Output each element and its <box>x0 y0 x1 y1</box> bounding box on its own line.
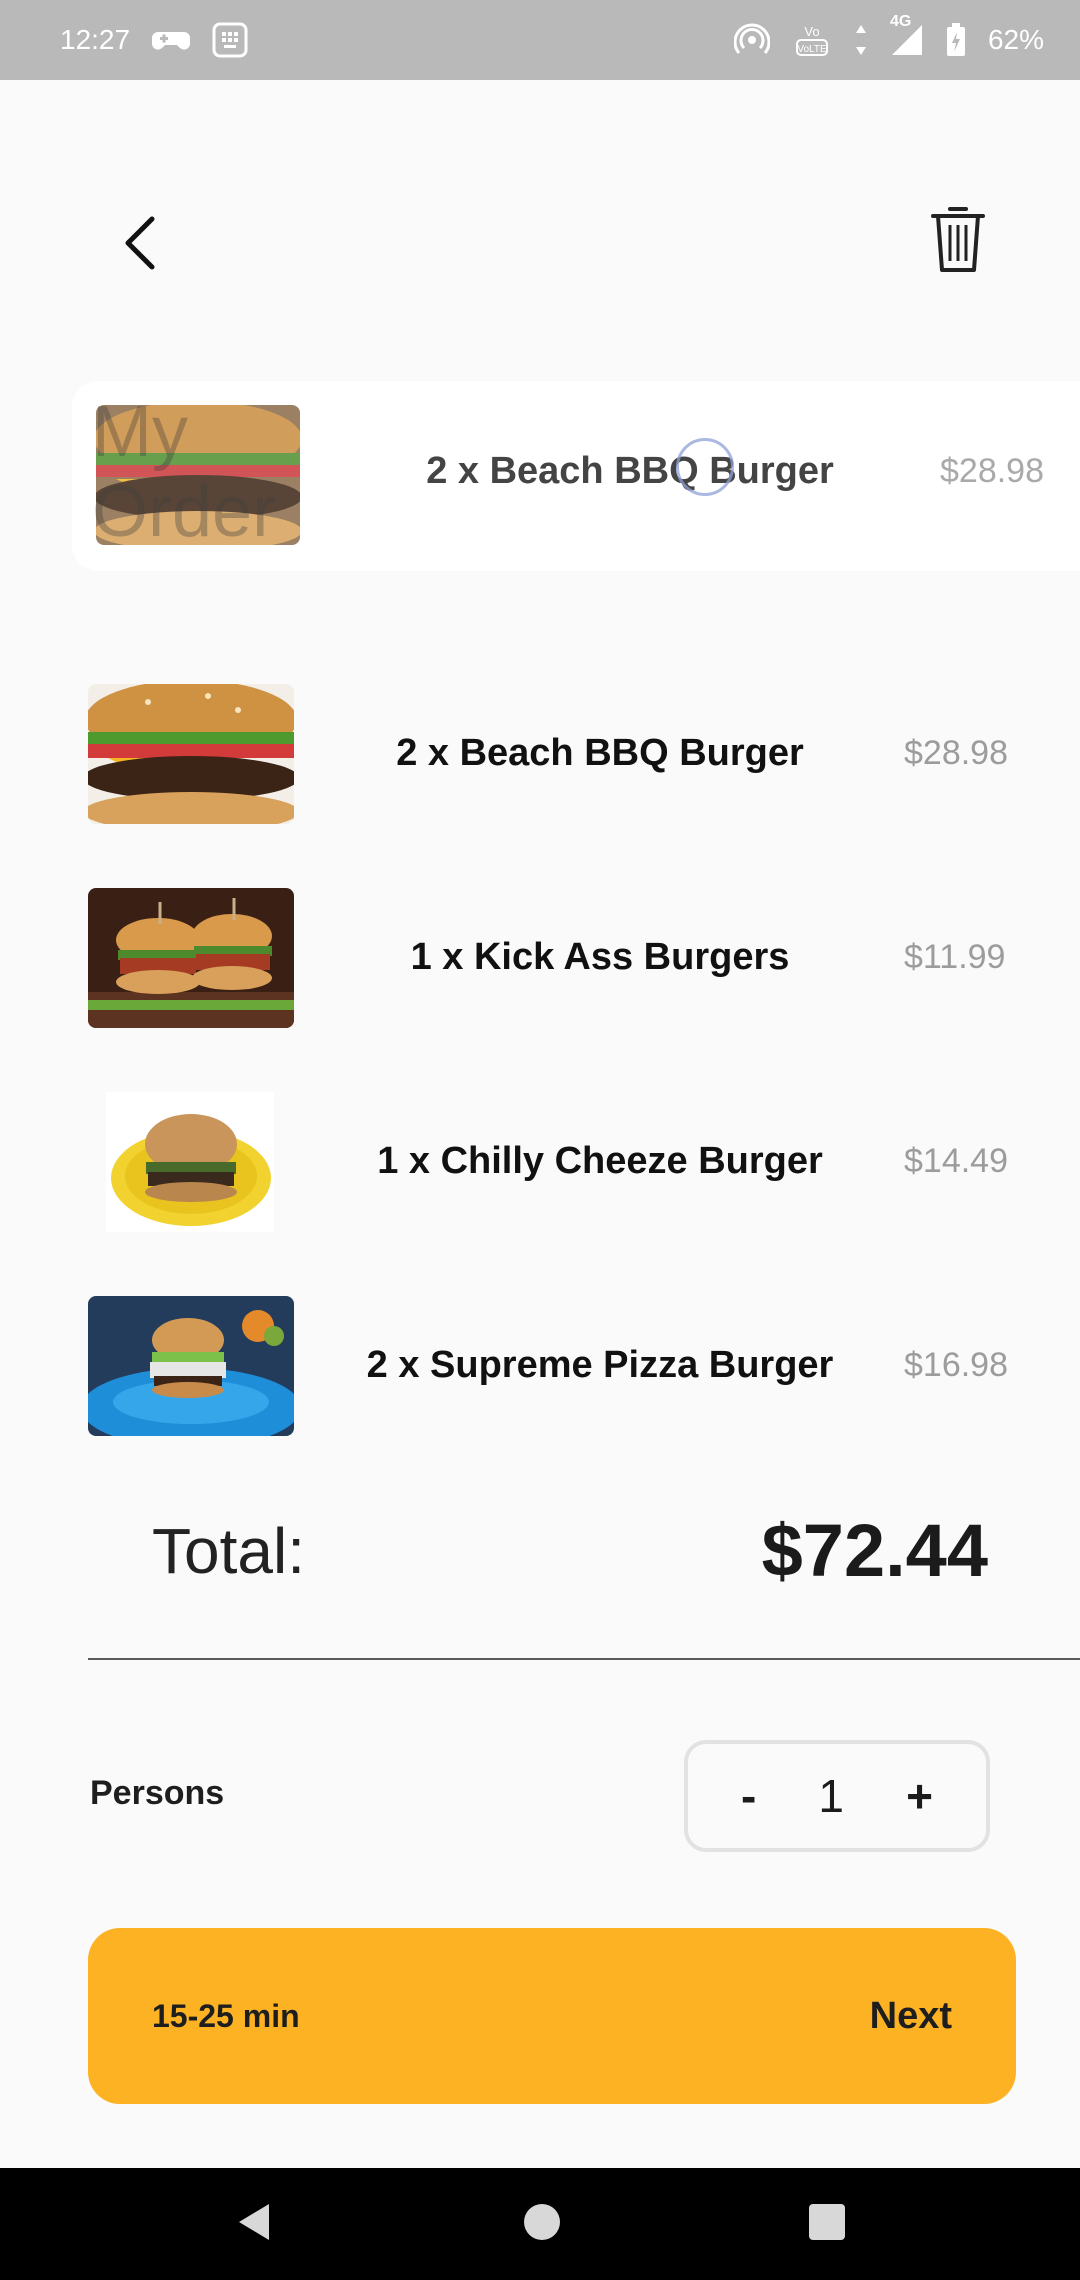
navigation-bar <box>0 2168 1080 2280</box>
page-title: My Order <box>92 392 277 552</box>
item-price: $28.98 <box>904 734 1008 772</box>
status-right: Vo VoLTE 4G 62% <box>733 13 1044 58</box>
list-item[interactable]: 1 x Chilly Cheeze Burger $14.49 <box>0 1088 1080 1292</box>
persons-stepper: - 1 + <box>684 1740 990 1852</box>
delete-order-button[interactable] <box>926 200 990 280</box>
svg-text:Vo: Vo <box>804 24 819 39</box>
persons-count: 1 <box>818 1770 845 1822</box>
total-value: $72.44 <box>761 1509 988 1592</box>
item-price: $16.98 <box>904 1346 1008 1384</box>
delivery-eta: 15-25 min <box>152 1997 300 2034</box>
blue-plate-burger-image <box>88 1296 294 1436</box>
battery-icon <box>946 23 966 57</box>
trash-icon <box>930 203 986 278</box>
decrement-button[interactable]: - <box>741 1769 756 1823</box>
list-item[interactable]: 1 x Kick Ass Burgers $11.99 <box>0 884 1080 1088</box>
status-time: 12:27 <box>60 24 131 55</box>
item-price: $14.49 <box>904 1142 1008 1180</box>
svg-text:VoLTE: VoLTE <box>797 44 827 55</box>
data-arrows-icon <box>854 23 868 57</box>
nav-home-icon[interactable] <box>522 2202 562 2247</box>
increment-button[interactable]: + <box>906 1769 933 1823</box>
chevron-left-icon <box>120 215 160 276</box>
next-button[interactable]: 15-25 min Next <box>88 1928 1016 2104</box>
status-left: 12:27 <box>60 22 248 58</box>
list-item[interactable]: 2 x Beach BBQ Burger $28.98 <box>0 680 1080 884</box>
status-bar: 12:27 Vo VoLTE 4G 62% <box>0 0 1080 80</box>
order-list: 2 x Beach BBQ Burger $28.98 1 x Kick Ass… <box>0 680 1080 1496</box>
back-button[interactable] <box>110 210 170 280</box>
total-label: Total: <box>152 1515 305 1587</box>
item-name: 2 x Supreme Pizza Burger <box>366 1344 834 1386</box>
dragged-item-name: 2 x Beach BBQ Burger <box>426 450 834 492</box>
item-name: 2 x Beach BBQ Burger <box>396 732 804 774</box>
volte-icon: Vo VoLTE <box>792 22 832 58</box>
item-price: $11.99 <box>904 938 1006 976</box>
item-name: 1 x Chilly Cheeze Burger <box>377 1140 823 1182</box>
next-label: Next <box>869 1994 952 2037</box>
divider <box>88 1658 1080 1660</box>
plate-burger-image <box>88 1092 294 1232</box>
item-name: 1 x Kick Ass Burgers <box>410 936 790 978</box>
burger-image <box>88 684 294 824</box>
signal-icon: 4G <box>890 13 924 57</box>
nav-recents-icon[interactable] <box>807 2202 847 2247</box>
dragged-item-price: $28.98 <box>940 452 1044 490</box>
persons-label: Persons <box>90 1774 225 1812</box>
sliders-image <box>88 888 294 1028</box>
keyboard-icon <box>212 22 248 58</box>
touch-indicator <box>676 438 734 496</box>
nav-back-icon[interactable] <box>233 2200 277 2249</box>
network-type: 4G <box>889 13 912 30</box>
game-controller-icon <box>152 26 191 54</box>
hotspot-icon <box>733 22 770 58</box>
battery-level: 62% <box>987 24 1044 55</box>
list-item[interactable]: 2 x Supreme Pizza Burger $16.98 <box>0 1292 1080 1496</box>
